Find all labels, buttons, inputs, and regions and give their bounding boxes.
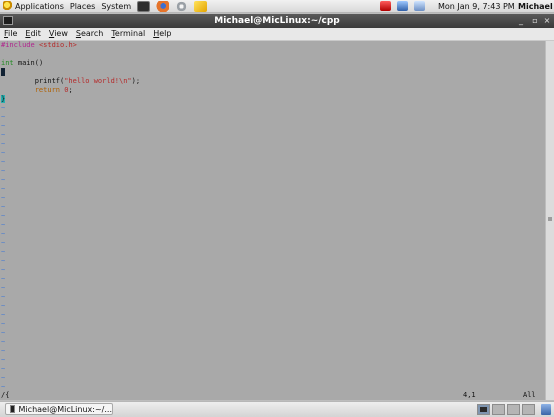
firefox-launcher-icon[interactable] [156, 0, 170, 12]
printf-string: "hello world!\n" [64, 77, 132, 85]
tilde-line: ~ [1, 221, 6, 229]
close-button[interactable]: × [542, 14, 552, 28]
tilde-line: ~ [1, 275, 6, 283]
notes-launcher-icon[interactable] [194, 0, 208, 12]
tilde-line: ~ [1, 230, 6, 238]
settings-launcher-icon[interactable] [175, 0, 189, 12]
system-menu[interactable]: System [98, 0, 134, 12]
tilde-line: ~ [1, 113, 6, 121]
main-type: int [1, 59, 14, 67]
return-semicolon: ; [68, 86, 73, 94]
tilde-line: ~ [1, 347, 6, 355]
text-cursor [1, 68, 5, 76]
applications-menu[interactable]: Applications [0, 0, 67, 12]
minimize-button[interactable]: _ [516, 14, 526, 28]
code-line-return: return 0; [1, 86, 73, 95]
code-line-open-brace [1, 68, 5, 77]
tilde-line: ~ [1, 203, 6, 211]
scroll-position: All [523, 391, 536, 399]
applications-menu-label: Applications [15, 1, 64, 11]
terminal-scrollbar[interactable] [545, 41, 554, 400]
top-panel: Applications Places System Mon Jan 9, 7:… [0, 0, 554, 13]
command-line[interactable]: /{ [1, 391, 9, 400]
tilde-line: ~ [1, 149, 6, 157]
bottom-panel: Michael@MicLinux:~/... [0, 401, 554, 417]
tilde-line: ~ [1, 374, 6, 382]
workspace-4[interactable] [522, 404, 535, 415]
taskbar-terminal-label: Michael@MicLinux:~/... [18, 404, 112, 414]
workspace-window-thumb [480, 407, 487, 412]
tilde-line: ~ [1, 194, 6, 202]
menu-search[interactable]: Search [72, 28, 107, 40]
tilde-line: ~ [1, 284, 6, 292]
tilde-line: ~ [1, 365, 6, 373]
matched-brace: } [1, 95, 6, 103]
menu-terminal[interactable]: Terminal [107, 28, 149, 40]
workspace-2[interactable] [492, 404, 505, 415]
main-signature: main() [13, 59, 44, 67]
tilde-line: ~ [1, 293, 6, 301]
menu-file-label: ile [8, 29, 18, 38]
include-file: <stdio.h> [38, 41, 77, 49]
code-line-close-brace: } [1, 95, 6, 104]
terminal-menubar: File Edit View Search Terminal Help [0, 28, 554, 41]
menu-view[interactable]: View [45, 28, 72, 40]
tilde-line: ~ [1, 329, 6, 337]
printf-call: printf( [1, 77, 65, 85]
tilde-line: ~ [1, 320, 6, 328]
cursor-position: 4,1 [463, 391, 476, 399]
taskbar-terminal-button[interactable]: Michael@MicLinux:~/... [5, 403, 113, 415]
gnome-foot-icon [3, 1, 13, 11]
tilde-line: ~ [1, 131, 6, 139]
menu-view-label: iew [54, 29, 68, 38]
scrollbar-grip[interactable] [548, 217, 552, 221]
trash-icon[interactable] [541, 404, 551, 415]
tilde-line: ~ [1, 104, 6, 112]
network-icon[interactable] [397, 1, 408, 11]
tilde-line: ~ [1, 158, 6, 166]
user-menu[interactable]: Michael [515, 0, 554, 12]
tilde-line: ~ [1, 248, 6, 256]
tilde-line: ~ [1, 356, 6, 364]
tilde-line: ~ [1, 167, 6, 175]
tilde-line: ~ [1, 212, 6, 220]
tilde-line: ~ [1, 257, 6, 265]
return-keyword: return [1, 86, 65, 94]
tilde-line: ~ [1, 311, 6, 319]
tilde-line: ~ [1, 176, 6, 184]
terminal-launcher-icon[interactable] [137, 0, 151, 12]
menu-help-label: elp [159, 29, 172, 38]
terminal-area[interactable]: #include <stdio.h> int main() printf("he… [0, 41, 545, 400]
menu-edit[interactable]: Edit [21, 28, 45, 40]
places-menu[interactable]: Places [67, 0, 98, 12]
menu-search-label: earch [80, 29, 104, 38]
tilde-line: ~ [1, 302, 6, 310]
tilde-line: ~ [1, 266, 6, 274]
workspace-1[interactable] [477, 404, 490, 415]
code-line-main: int main() [1, 59, 43, 68]
window-titlebar[interactable]: Michael@MicLinux:~/cpp _ ▫ × [0, 14, 554, 28]
workspace-3[interactable] [507, 404, 520, 415]
window-title: Michael@MicLinux:~/cpp [214, 16, 340, 26]
printf-end: ); [131, 77, 141, 85]
tilde-line: ~ [1, 140, 6, 148]
include-directive: #include [1, 41, 35, 49]
menu-terminal-label: erminal [114, 29, 146, 38]
menu-edit-label: dit [30, 29, 41, 38]
terminal-task-icon [10, 405, 15, 413]
tilde-line: ~ [1, 239, 6, 247]
tilde-line: ~ [1, 122, 6, 130]
code-line-include: #include <stdio.h> [1, 41, 77, 50]
menu-file[interactable]: File [0, 28, 21, 40]
tilde-line: ~ [1, 338, 6, 346]
volume-muted-icon[interactable] [380, 1, 391, 11]
monitor-icon[interactable] [414, 1, 425, 11]
code-line-printf: printf("hello world!\n"); [1, 77, 140, 86]
menu-help[interactable]: Help [149, 28, 175, 40]
maximize-button[interactable]: ▫ [530, 14, 540, 28]
clock[interactable]: Mon Jan 9, 7:43 PM [435, 0, 518, 12]
tilde-line: ~ [1, 185, 6, 193]
